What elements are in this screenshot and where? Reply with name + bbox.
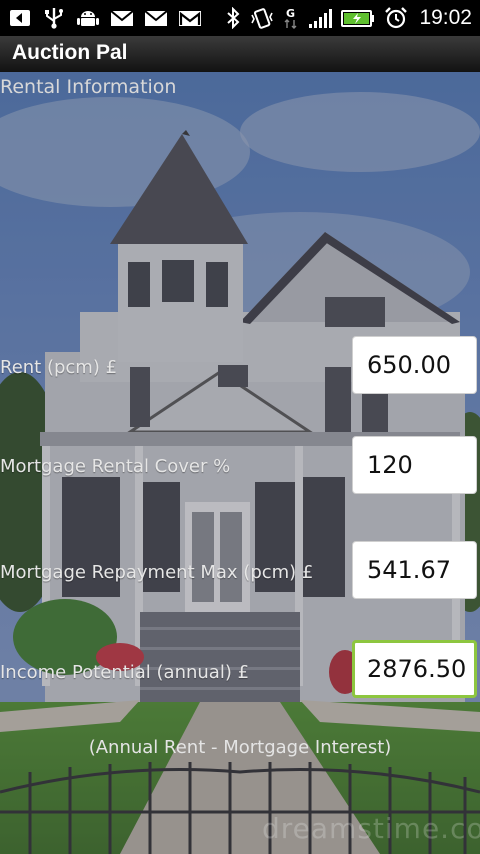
title-bar: Auction Pal xyxy=(0,36,480,73)
income-footnote: (Annual Rent - Mortgage Interest) xyxy=(88,737,392,758)
content-area: Rental Information Rent (pcm) £ 650.00 M… xyxy=(0,72,480,854)
income-potential-input[interactable]: 2876.50 xyxy=(352,640,477,698)
mail-icon xyxy=(110,7,134,29)
mail-icon xyxy=(144,7,168,29)
gprs-data-icon: G xyxy=(283,7,299,29)
data-type-label: G xyxy=(286,7,295,20)
mortgage-rental-cover-label: Mortgage Rental Cover % xyxy=(0,456,231,477)
notification-icons xyxy=(8,5,202,31)
alarm-clock-icon xyxy=(384,7,408,29)
gmail-icon xyxy=(178,7,202,29)
rent-label: Rent (pcm) £ xyxy=(0,357,118,378)
status-time: 19:02 xyxy=(419,6,472,29)
mortgage-repayment-max-input[interactable]: 541.67 xyxy=(352,541,477,599)
income-potential-label: Income Potential (annual) £ xyxy=(0,662,250,683)
back-arrow-icon xyxy=(8,7,32,29)
section-title: Rental Information xyxy=(0,76,177,98)
watermark: dreamstime.com xyxy=(262,812,480,845)
mortgage-rental-cover-input[interactable]: 120 xyxy=(352,436,477,494)
signal-strength-icon xyxy=(308,7,333,29)
rent-input[interactable]: 650.00 xyxy=(352,336,477,394)
vibrate-icon xyxy=(250,7,274,29)
mortgage-repayment-max-label: Mortgage Repayment Max (pcm) £ xyxy=(0,562,314,583)
battery-charging-icon xyxy=(341,7,375,29)
bluetooth-icon xyxy=(225,7,241,29)
app-title: Auction Pal xyxy=(12,41,128,64)
android-debug-icon xyxy=(76,7,100,29)
status-bar: G 19:02 xyxy=(0,0,480,36)
system-icons: G 19:02 xyxy=(225,5,472,31)
usb-icon xyxy=(42,7,66,29)
